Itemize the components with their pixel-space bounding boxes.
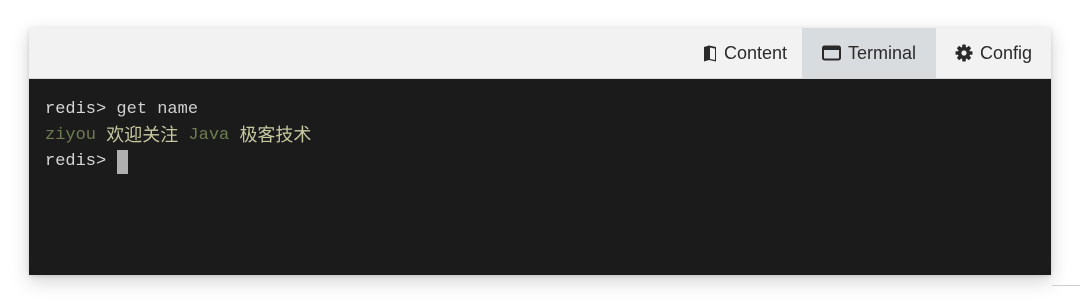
terminal-window: Content Terminal Config redis> get name … xyxy=(29,28,1051,275)
book-icon xyxy=(703,45,717,62)
tab-terminal[interactable]: Terminal xyxy=(802,28,936,78)
terminal-prompt: redis> xyxy=(45,100,107,119)
terminal-output[interactable]: redis> get name ziyou 欢迎关注 Java 极客技术 red… xyxy=(29,79,1051,275)
terminal-output-text: 欢迎关注 xyxy=(106,125,179,146)
tab-config[interactable]: Config xyxy=(936,28,1051,78)
window-icon xyxy=(821,45,841,61)
divider xyxy=(1052,285,1080,286)
tab-content-label: Content xyxy=(723,42,788,63)
terminal-line: redis> xyxy=(45,149,1051,175)
terminal-line: ziyou 欢迎关注 Java 极客技术 xyxy=(45,123,1051,149)
gear-icon xyxy=(955,44,973,62)
terminal-cursor xyxy=(117,150,129,174)
terminal-line: redis> get name xyxy=(45,97,1051,123)
terminal-output-text: 极客技术 xyxy=(239,125,312,146)
terminal-output-text: Java xyxy=(188,126,230,145)
tab-content[interactable]: Content xyxy=(689,28,801,78)
tab-terminal-label: Terminal xyxy=(847,42,917,63)
tab-bar: Content Terminal Config xyxy=(29,28,1051,79)
terminal-prompt: redis> xyxy=(45,152,107,171)
terminal-output-text: ziyou xyxy=(45,126,97,145)
terminal-command: get name xyxy=(116,100,199,119)
tab-config-label: Config xyxy=(979,42,1033,63)
